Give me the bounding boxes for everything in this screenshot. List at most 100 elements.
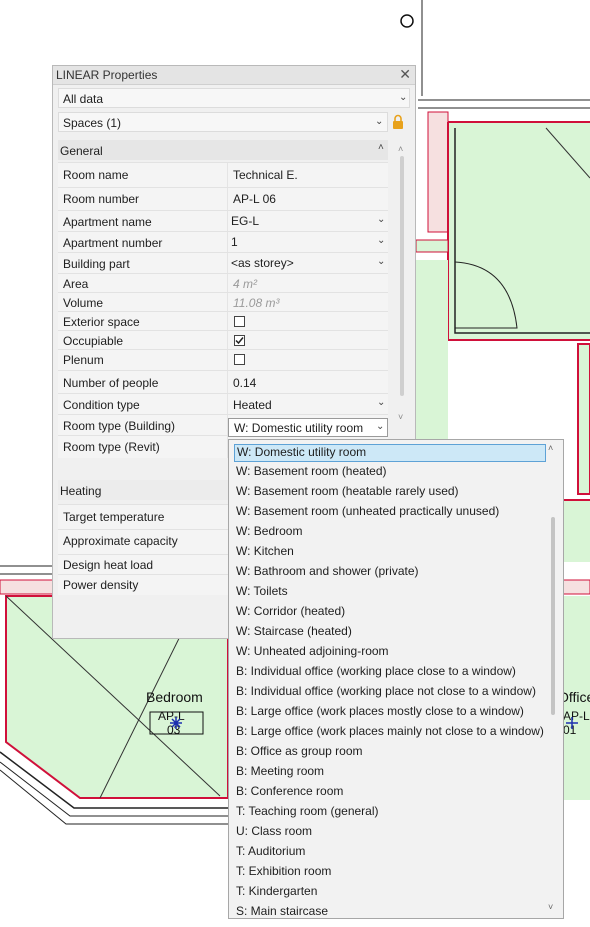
dropdown-option[interactable]: T: Auditorium bbox=[236, 844, 305, 862]
scrollbar-thumb[interactable] bbox=[400, 156, 404, 396]
property-label: Exterior space bbox=[63, 315, 140, 329]
scroll-up-icon[interactable]: ˄ bbox=[548, 443, 553, 453]
lock-icon[interactable] bbox=[392, 114, 404, 129]
room-boundary-corridor bbox=[415, 239, 449, 253]
number-of-people-field[interactable]: 0.14 bbox=[233, 376, 256, 390]
scroll-down-icon[interactable]: ˅ bbox=[398, 412, 403, 422]
chevron-down-icon: ⌄ bbox=[399, 92, 408, 103]
property-row-number-of-people[interactable]: Number of people 0.14 bbox=[58, 370, 388, 394]
property-row-building-part[interactable]: Building part <as storey> ⌄ bbox=[58, 252, 388, 274]
room-number-field[interactable]: AP-L 06 bbox=[233, 192, 276, 206]
room-type-selected-value: W: Domestic utility room bbox=[234, 421, 364, 435]
dropdown-option[interactable]: B: Individual office (working place not … bbox=[236, 684, 536, 702]
exterior-space-checkbox[interactable] bbox=[234, 316, 245, 327]
property-label: Number of people bbox=[63, 376, 159, 390]
property-row-apartment-number[interactable]: Apartment number 1 ⌄ bbox=[58, 231, 388, 253]
column-separator bbox=[227, 331, 228, 350]
property-label: Plenum bbox=[63, 353, 104, 367]
column-separator bbox=[227, 350, 228, 371]
column-separator bbox=[227, 394, 228, 415]
close-icon[interactable]: ✕ bbox=[399, 66, 411, 83]
drawing-sheet bbox=[0, 0, 422, 72]
column-separator bbox=[227, 253, 228, 274]
property-row-plenum[interactable]: Plenum bbox=[58, 349, 388, 371]
room-type-dropdown-list[interactable]: W: Domestic utility room W: Basement roo… bbox=[228, 439, 564, 919]
dropdown-option[interactable]: W: Unheated adjoining-room bbox=[236, 644, 389, 662]
room-name-bedroom: Bedroom bbox=[146, 689, 203, 705]
dropdown-option[interactable]: B: Office as group room bbox=[236, 744, 363, 762]
dropdown-option-selected[interactable]: W: Domestic utility room bbox=[234, 444, 546, 462]
dropdown-option[interactable]: B: Large office (work places mostly clos… bbox=[236, 704, 524, 722]
dropdown-option[interactable]: W: Kitchen bbox=[236, 544, 294, 562]
property-label: Building part bbox=[63, 257, 130, 271]
condition-type-select[interactable]: Heated bbox=[233, 398, 272, 412]
panel-titlebar[interactable]: LINEAR Properties ✕ bbox=[53, 66, 415, 85]
dropdown-option[interactable]: B: Large office (work places mainly not … bbox=[236, 724, 544, 742]
property-label: Apartment name bbox=[63, 215, 152, 229]
dropdown-option[interactable]: B: Individual office (working place clos… bbox=[236, 664, 516, 682]
dropdown-option[interactable]: B: Conference room bbox=[236, 784, 343, 802]
element-filter-select[interactable]: Spaces (1) ⌄ bbox=[58, 112, 388, 132]
apartment-name-select[interactable]: EG-L bbox=[231, 214, 259, 228]
wall-hatch bbox=[0, 579, 55, 595]
property-label: Room name bbox=[63, 168, 129, 182]
panel-scrollbar[interactable]: ˄ ˅ bbox=[398, 144, 406, 434]
chevron-down-icon: ⌄ bbox=[375, 116, 384, 127]
dropdown-option[interactable]: W: Basement room (heated) bbox=[236, 464, 387, 482]
chevron-down-icon: ⌄ bbox=[376, 421, 385, 432]
area-value: 4 m² bbox=[233, 277, 257, 291]
property-label: Room type (Revit) bbox=[63, 440, 160, 454]
property-row-exterior-space[interactable]: Exterior space bbox=[58, 311, 388, 331]
data-filter-value: All data bbox=[63, 92, 104, 106]
room-fill-technical[interactable] bbox=[448, 122, 590, 340]
property-row-room-number[interactable]: Room number AP-L 06 bbox=[58, 187, 388, 211]
property-label: Target temperature bbox=[63, 510, 165, 524]
scroll-up-icon[interactable]: ˄ bbox=[398, 144, 403, 154]
checkmark-icon bbox=[235, 337, 244, 345]
dropdown-option[interactable]: W: Staircase (heated) bbox=[236, 624, 352, 642]
room-boundary-right bbox=[577, 343, 590, 495]
data-filter-select[interactable]: All data ⌄ bbox=[58, 88, 410, 108]
dropdown-option[interactable]: W: Toilets bbox=[236, 584, 288, 602]
property-label: Volume bbox=[63, 296, 104, 310]
property-row-room-name[interactable]: Room name Technical E. bbox=[58, 162, 388, 188]
property-row-volume: Volume 11.08 m³ bbox=[58, 292, 388, 312]
property-row-occupiable[interactable]: Occupiable bbox=[58, 330, 388, 350]
dropdown-option[interactable]: T: Teaching room (general) bbox=[236, 804, 379, 822]
dropdown-option[interactable]: W: Basement room (unheated practically u… bbox=[236, 504, 499, 522]
dropdown-option[interactable]: T: Kindergarten bbox=[236, 884, 317, 902]
room-tag-bottom-office: 01 bbox=[563, 723, 577, 737]
dropdown-option[interactable]: S: Main staircase bbox=[236, 904, 328, 918]
column-separator bbox=[227, 232, 228, 253]
room-tag-top-bedroom: AP-L bbox=[158, 709, 185, 723]
occupiable-checkbox[interactable] bbox=[234, 335, 245, 346]
column-separator bbox=[227, 163, 228, 188]
plenum-checkbox[interactable] bbox=[234, 354, 245, 365]
section-header-general[interactable]: General ˄ bbox=[58, 140, 388, 160]
column-separator bbox=[227, 312, 228, 331]
dropdown-option[interactable]: B: Meeting room bbox=[236, 764, 324, 782]
scroll-down-icon[interactable]: ˅ bbox=[548, 902, 553, 912]
property-row-condition-type[interactable]: Condition type Heated ⌄ bbox=[58, 393, 388, 415]
apartment-number-select[interactable]: 1 bbox=[231, 235, 238, 249]
room-name-field[interactable]: Technical E. bbox=[233, 168, 298, 182]
property-label: Design heat load bbox=[63, 558, 154, 572]
column-separator bbox=[227, 274, 228, 293]
dropdown-option[interactable]: W: Bathroom and shower (private) bbox=[236, 564, 419, 582]
property-label: Approximate capacity bbox=[63, 534, 178, 548]
chevron-down-icon: ⌄ bbox=[377, 214, 386, 225]
room-type-building-select[interactable]: W: Domestic utility room ⌄ bbox=[228, 418, 388, 437]
element-filter-value: Spaces (1) bbox=[63, 116, 122, 130]
dropdown-option[interactable]: U: Class room bbox=[236, 824, 312, 842]
property-label: Room type (Building) bbox=[63, 419, 176, 433]
property-row-apartment-name[interactable]: Apartment name EG-L ⌄ bbox=[58, 210, 388, 232]
dropdown-option[interactable]: T: Exhibition room bbox=[236, 864, 331, 882]
dropdown-option[interactable]: W: Bedroom bbox=[236, 524, 302, 542]
wall-hatch bbox=[562, 579, 590, 595]
property-label: Apartment number bbox=[63, 236, 163, 250]
dropdown-scrollbar-thumb[interactable] bbox=[551, 517, 555, 715]
dropdown-option[interactable]: W: Corridor (heated) bbox=[236, 604, 345, 622]
building-part-select[interactable]: <as storey> bbox=[231, 256, 294, 270]
wall-hatch bbox=[427, 111, 449, 233]
dropdown-option[interactable]: W: Basement room (heatable rarely used) bbox=[236, 484, 459, 502]
